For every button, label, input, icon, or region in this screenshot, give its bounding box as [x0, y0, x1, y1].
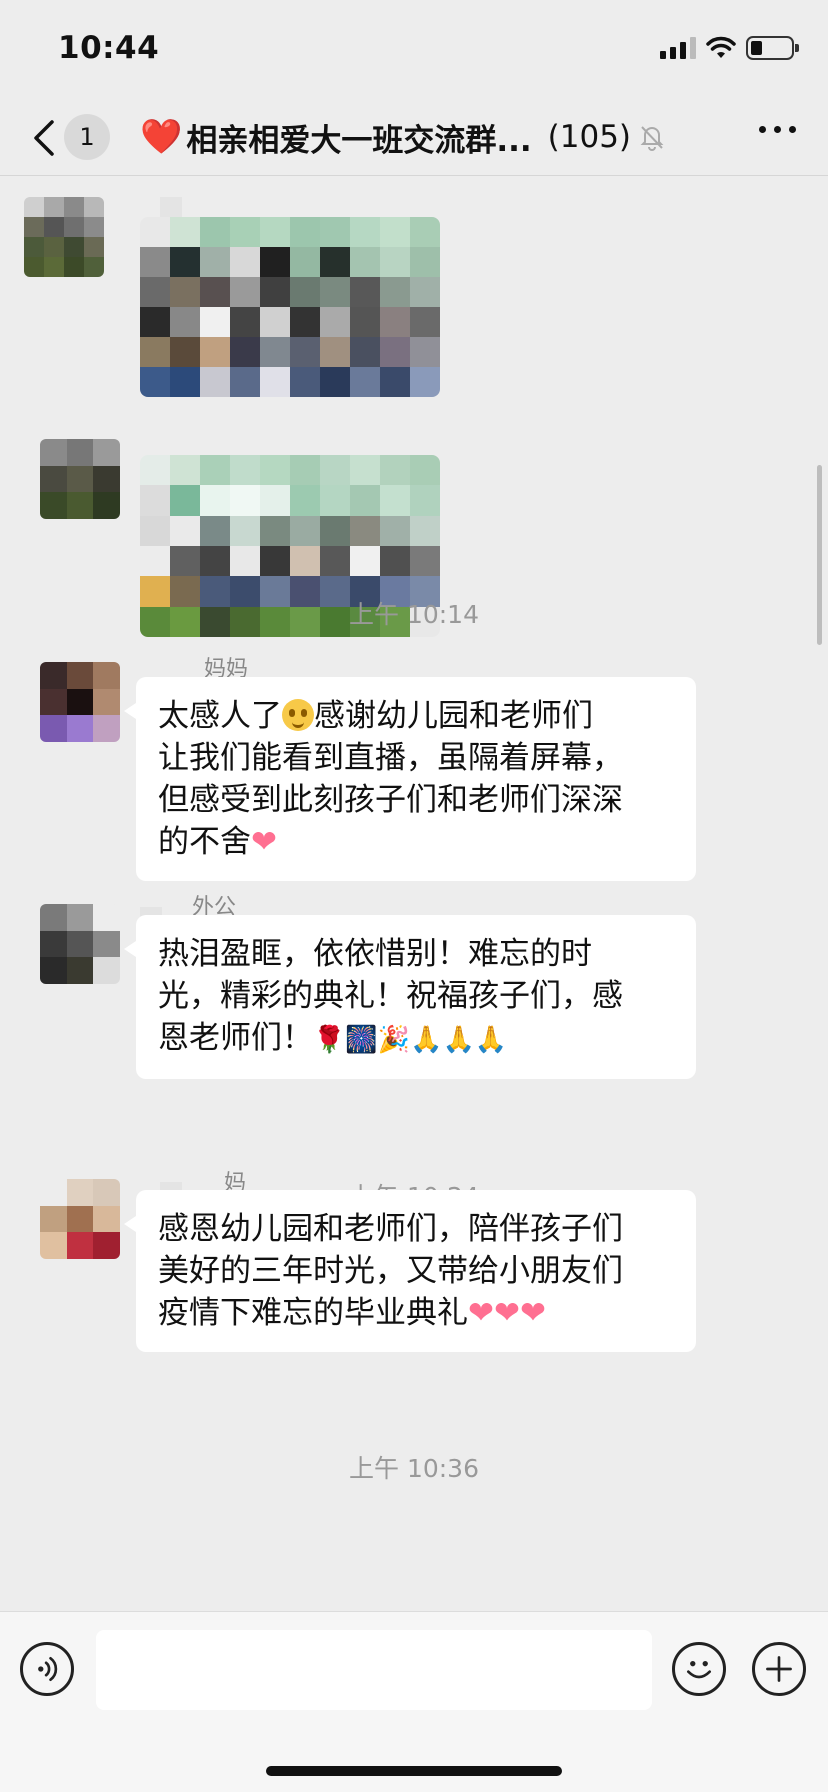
avatar[interactable]: [40, 1179, 120, 1259]
chat-header: 1 ❤️ 相亲相爱大一班交流群... (105): [0, 100, 828, 176]
message-text: 恩老师们！: [158, 1020, 313, 1056]
message-text: 太感人了: [158, 698, 282, 734]
battery-icon: [746, 36, 799, 60]
mute-bell-icon: [640, 126, 664, 151]
sender-name-blurred: [160, 197, 182, 219]
heart-emoji-icon: ❤❤❤: [468, 1295, 546, 1331]
smile-emoji-icon: [282, 699, 314, 731]
group-name: 相亲相爱大一班交流群...: [186, 122, 532, 159]
chat-title[interactable]: ❤️ 相亲相爱大一班交流群... (105): [140, 112, 667, 162]
chat-messages[interactable]: 上午 10:14 妈妈 太感人了 感谢幼儿园和老师们 让我们能看到直播，虽隔着屏幕…: [0, 177, 828, 1611]
message-text: 光，精彩的典礼！祝福孩子们，感: [158, 978, 623, 1014]
input-bar: [0, 1611, 828, 1792]
voice-icon[interactable]: [20, 1642, 74, 1696]
scrollbar[interactable]: [817, 465, 822, 645]
message-text: 疫情下难忘的毕业典礼: [158, 1295, 468, 1331]
battery-level: [751, 41, 763, 55]
message-text: 热泪盈眶，依依惜别！难忘的时: [158, 936, 592, 972]
image-message[interactable]: [140, 217, 440, 397]
message-text: 的不舍: [158, 824, 251, 860]
unread-count-badge[interactable]: 1: [64, 114, 110, 160]
home-indicator: [266, 1766, 562, 1776]
status-bar: 10:44: [0, 0, 828, 100]
message-text: 但感受到此刻孩子们和老师们深深: [158, 782, 623, 818]
status-time: 10:44: [58, 30, 160, 66]
more-dots-icon[interactable]: [759, 126, 796, 133]
status-indicators: [660, 36, 799, 60]
text-message-bubble[interactable]: 太感人了 感谢幼儿园和老师们 让我们能看到直播，虽隔着屏幕， 但感受到此刻孩子们和…: [124, 677, 696, 881]
wifi-icon: [706, 36, 736, 58]
member-count: (105): [547, 119, 632, 155]
text-message-bubble[interactable]: 感恩幼儿园和老师们，陪伴孩子们 美好的三年时光，又带给小朋友们 疫情下难忘的毕业…: [124, 1190, 696, 1352]
avatar[interactable]: [40, 439, 120, 519]
emoji-face-icon[interactable]: [672, 1642, 726, 1696]
avatar[interactable]: [24, 197, 104, 277]
text-message-bubble[interactable]: 热泪盈眶，依依惜别！难忘的时 光，精彩的典礼！祝福孩子们，感 恩老师们！🌹🎆🎉🙏…: [124, 915, 696, 1079]
message-text: 美好的三年时光，又带给小朋友们: [158, 1253, 623, 1289]
timestamp-separator: 上午 10:14: [349, 600, 479, 629]
back-chevron-icon[interactable]: [24, 116, 64, 160]
message-input[interactable]: [96, 1630, 652, 1710]
plus-icon[interactable]: [752, 1642, 806, 1696]
timestamp-separator: 上午 10:36: [349, 1454, 479, 1483]
avatar[interactable]: [40, 904, 120, 984]
cellular-signal-icon: [660, 37, 696, 59]
message-text: 感恩幼儿园和老师们，陪伴孩子们: [158, 1211, 623, 1247]
message-text: 让我们能看到直播，虽隔着屏幕，: [158, 740, 623, 776]
avatar[interactable]: [40, 662, 120, 742]
emoji-sequence: 🌹🎆🎉🙏🙏🙏: [313, 1025, 508, 1055]
heart-emoji-icon: ❤: [251, 824, 277, 860]
heart-icon: ❤️: [140, 117, 183, 157]
message-text: 感谢幼儿园和老师们: [314, 698, 593, 734]
